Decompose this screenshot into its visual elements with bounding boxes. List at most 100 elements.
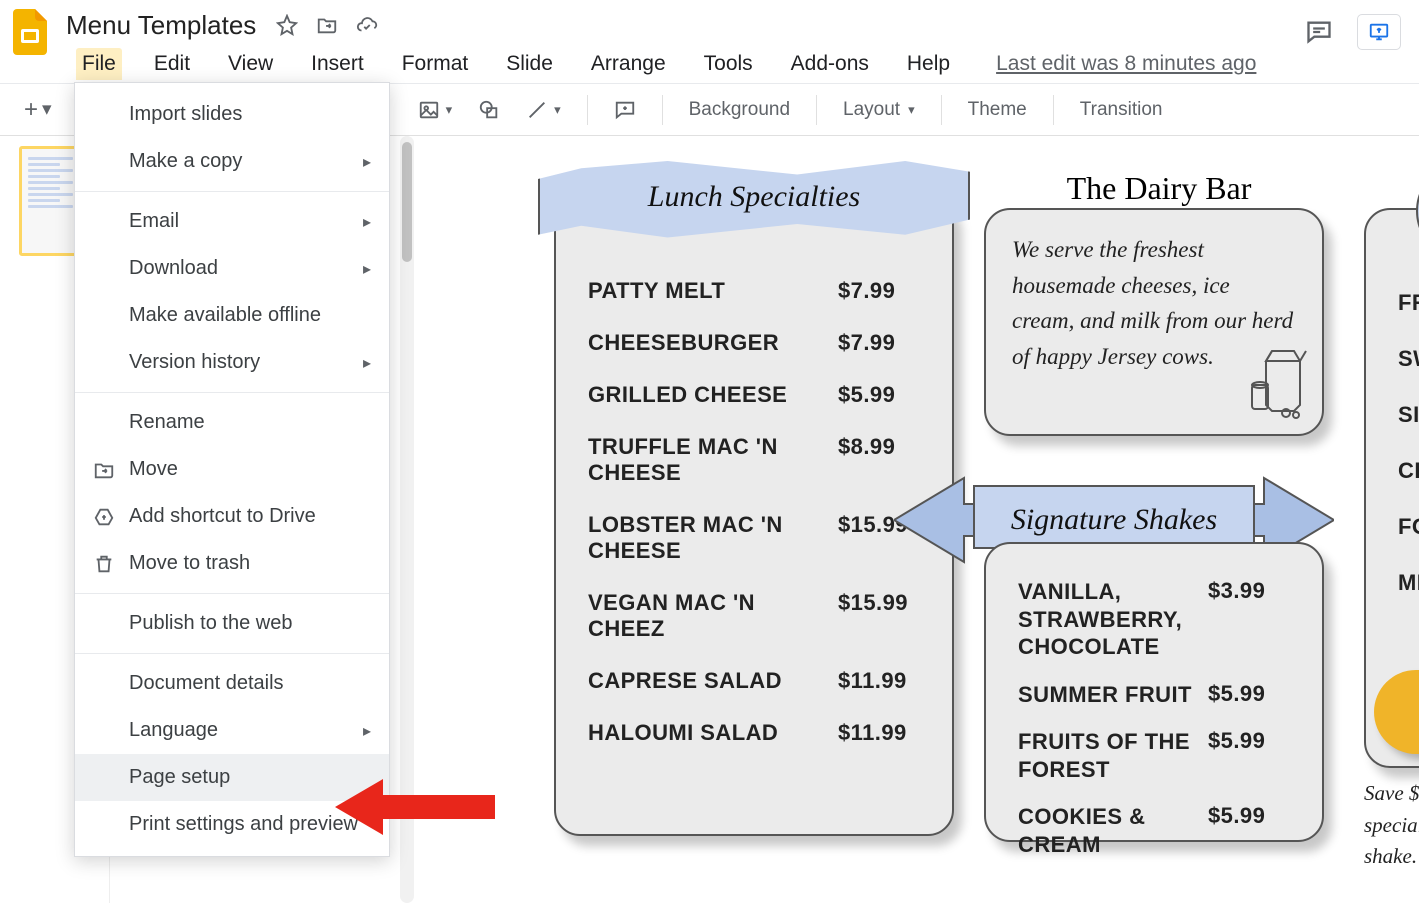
plus-icon: + bbox=[24, 98, 38, 122]
label: Move bbox=[129, 458, 178, 481]
transition-button[interactable]: Transition bbox=[1072, 95, 1171, 125]
shakes-title: Signature Shakes bbox=[1011, 503, 1217, 537]
list-item: SWEET POT bbox=[1398, 346, 1419, 372]
list-item: GRILLED CHEESE$5.99 bbox=[588, 382, 920, 408]
file-rename[interactable]: Rename bbox=[75, 399, 389, 446]
combo-l2: COM bbox=[1408, 712, 1419, 738]
cloud-saved-icon[interactable] bbox=[356, 14, 378, 36]
list-item: PATTY MELT$7.99 bbox=[588, 278, 920, 304]
present-button[interactable] bbox=[1357, 14, 1401, 50]
separator bbox=[75, 593, 389, 594]
background-button[interactable]: Background bbox=[681, 95, 798, 125]
menu-insert[interactable]: Insert bbox=[305, 48, 370, 80]
shakes-list: VANILLA, STRAWBERRY, CHOCOLATE$3.99 SUMME… bbox=[1018, 578, 1290, 858]
menu-file[interactable]: File bbox=[76, 48, 122, 80]
label: Add shortcut to Drive bbox=[129, 505, 316, 528]
layout-button[interactable]: Layout ▾ bbox=[835, 95, 923, 125]
file-add-shortcut[interactable]: Add shortcut to Drive bbox=[75, 493, 389, 540]
label: Version history bbox=[129, 351, 260, 374]
separator bbox=[75, 653, 389, 654]
menu-format[interactable]: Format bbox=[396, 48, 475, 80]
shakes-card[interactable]: VANILLA, STRAWBERRY, CHOCOLATE$3.99 SUMME… bbox=[984, 542, 1324, 842]
file-move[interactable]: Move bbox=[75, 446, 389, 493]
file-version-history[interactable]: Version history bbox=[75, 339, 389, 386]
menubar: File Edit View Insert Format Slide Arran… bbox=[0, 44, 1419, 84]
move-icon bbox=[93, 459, 115, 481]
file-language[interactable]: Language bbox=[75, 707, 389, 754]
chevron-down-icon: ▾ bbox=[908, 102, 915, 118]
label: Print settings and preview bbox=[129, 813, 358, 836]
file-document-details[interactable]: Document details bbox=[75, 660, 389, 707]
list-item: CHEESE CU bbox=[1398, 458, 1419, 484]
menu-view[interactable]: View bbox=[222, 48, 279, 80]
slides-logo-icon[interactable] bbox=[8, 3, 52, 61]
file-email[interactable]: Email bbox=[75, 198, 389, 245]
list-item: VEGAN MAC 'N CHEEZ$15.99 bbox=[588, 590, 920, 642]
drive-shortcut-icon bbox=[93, 506, 115, 528]
label: Language bbox=[129, 719, 218, 742]
lunch-list: PATTY MELT$7.99 CHEESEBURGER$7.99 GRILLED … bbox=[588, 278, 920, 746]
trash-icon bbox=[93, 553, 115, 575]
list-item: SUMMER FRUIT$5.99 bbox=[1018, 681, 1290, 709]
list-item: COOKIES & CREAM$5.99 bbox=[1018, 803, 1290, 858]
separator bbox=[1053, 95, 1054, 125]
file-make-a-copy[interactable]: Make a copy bbox=[75, 138, 389, 185]
file-menu-dropdown: Import slides Make a copy Email Download… bbox=[74, 82, 390, 857]
combo-footnote: Save $4 when y specialty dish wi shake. bbox=[1364, 778, 1419, 873]
list-item: HALOUMI SALAD$11.99 bbox=[588, 720, 920, 746]
separator bbox=[662, 95, 663, 125]
list-item: TRUFFLE MAC 'N CHEESE$8.99 bbox=[588, 434, 920, 486]
label: Publish to the web bbox=[129, 612, 292, 635]
insert-shape-button[interactable] bbox=[470, 95, 508, 125]
comments-icon[interactable] bbox=[1305, 18, 1333, 46]
layout-label: Layout bbox=[843, 99, 900, 121]
list-item: FRIES bbox=[1398, 290, 1419, 316]
theme-button[interactable]: Theme bbox=[960, 95, 1035, 125]
new-slide-button[interactable]: + ▾ bbox=[16, 94, 60, 126]
file-move-to-trash[interactable]: Move to trash bbox=[75, 540, 389, 587]
insert-comment-button[interactable] bbox=[606, 95, 644, 125]
menu-arrange[interactable]: Arrange bbox=[585, 48, 672, 80]
menu-slide[interactable]: Slide bbox=[500, 48, 559, 80]
label: Email bbox=[129, 210, 179, 233]
list-item: FONDUE bbox=[1398, 514, 1419, 540]
list-item: CHEESEBURGER$7.99 bbox=[588, 330, 920, 356]
separator bbox=[75, 191, 389, 192]
list-item: SIDE SALA bbox=[1398, 402, 1419, 428]
separator bbox=[816, 95, 817, 125]
chevron-down-icon: ▾ bbox=[554, 102, 561, 118]
list-item: CAPRESE SALAD$11.99 bbox=[588, 668, 920, 694]
list-item: VANILLA, STRAWBERRY, CHOCOLATE$3.99 bbox=[1018, 578, 1290, 661]
doc-title[interactable]: Menu Templates bbox=[66, 10, 256, 41]
insert-line-button[interactable]: ▾ bbox=[518, 95, 569, 125]
last-edit-link[interactable]: Last edit was 8 minutes ago bbox=[996, 52, 1256, 76]
list-item: FRUITS OF THE FOREST$5.99 bbox=[1018, 728, 1290, 783]
separator bbox=[75, 392, 389, 393]
lunch-banner: Lunch Specialties bbox=[538, 152, 970, 242]
dairy-card[interactable]: We serve the freshest housemade cheeses,… bbox=[984, 208, 1324, 436]
chevron-down-icon: ▾ bbox=[42, 98, 52, 121]
file-publish-web[interactable]: Publish to the web bbox=[75, 600, 389, 647]
snacks-list: FRIES SWEET POT SIDE SALA CHEESE CU FONDUE MI… bbox=[1398, 290, 1419, 596]
star-icon[interactable] bbox=[276, 14, 298, 36]
list-item: LOBSTER MAC 'N CHEESE$15.99 bbox=[588, 512, 920, 564]
label: Make available offline bbox=[129, 304, 321, 327]
move-folder-icon[interactable] bbox=[316, 14, 338, 36]
label: Document details bbox=[129, 672, 284, 695]
menu-tools[interactable]: Tools bbox=[698, 48, 759, 80]
combo-l1: MAKE bbox=[1408, 686, 1419, 712]
list-item: MILK & CO bbox=[1398, 570, 1419, 596]
file-make-offline[interactable]: Make available offline bbox=[75, 292, 389, 339]
label: Move to trash bbox=[129, 552, 250, 575]
insert-image-button[interactable]: ▾ bbox=[410, 95, 461, 125]
file-download[interactable]: Download bbox=[75, 245, 389, 292]
menu-edit[interactable]: Edit bbox=[148, 48, 196, 80]
file-import-slides[interactable]: Import slides bbox=[75, 91, 389, 138]
menu-addons[interactable]: Add-ons bbox=[785, 48, 875, 80]
dairy-title: The Dairy Bar bbox=[1004, 170, 1314, 207]
menu-help[interactable]: Help bbox=[901, 48, 956, 80]
app-header: Menu Templates bbox=[0, 0, 1419, 44]
annotation-arrow-icon bbox=[335, 775, 495, 844]
milk-carton-icon bbox=[1246, 345, 1308, 424]
lunch-title: Lunch Specialties bbox=[648, 180, 860, 214]
